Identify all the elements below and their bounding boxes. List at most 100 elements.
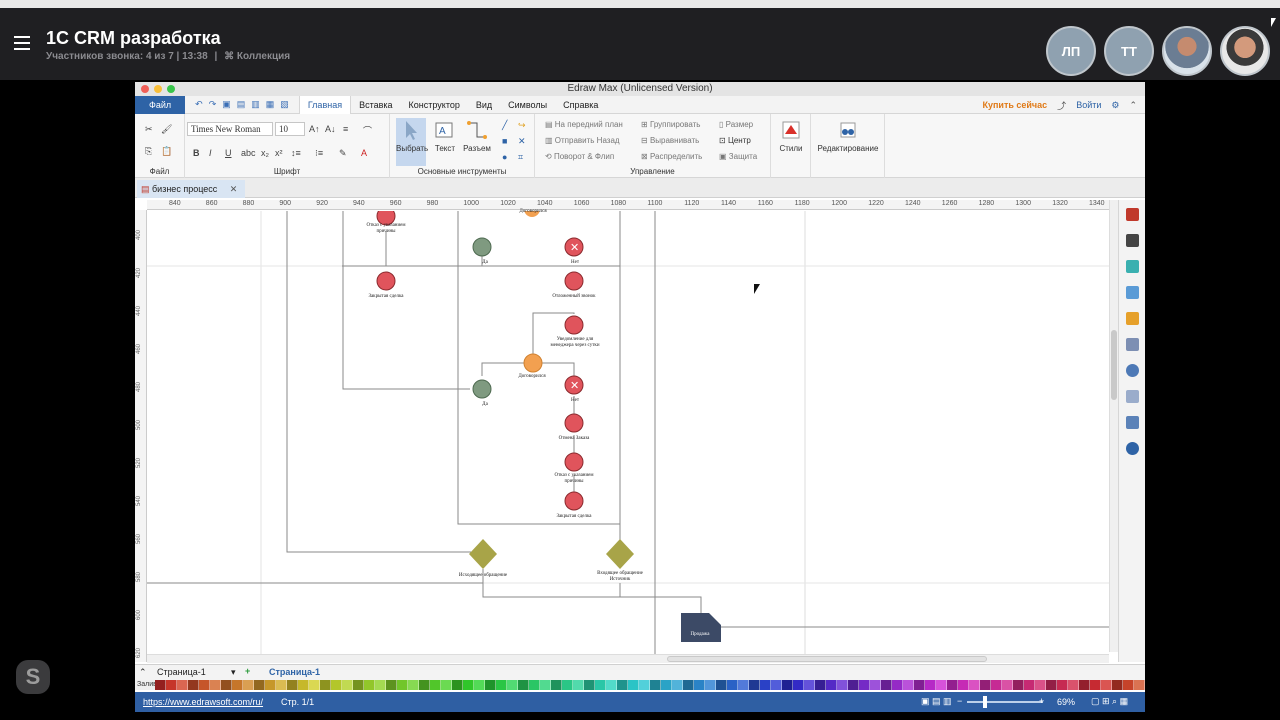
share-icon[interactable]: ⤴ [1057, 99, 1066, 112]
send-back-button[interactable]: ▥ Отправить Назад [545, 136, 620, 145]
close-window-icon[interactable] [141, 85, 149, 93]
color-swatch[interactable] [463, 680, 474, 690]
distribute-button[interactable]: ⊠ Распределить [641, 152, 702, 161]
color-swatch[interactable] [386, 680, 397, 690]
vertical-scroll-thumb[interactable] [1111, 330, 1117, 400]
color-swatch[interactable] [1090, 680, 1101, 690]
color-swatch[interactable] [342, 680, 353, 690]
crop-tool-icon[interactable]: ⌗ [518, 152, 523, 163]
color-swatch[interactable] [804, 680, 815, 690]
tab-symbols[interactable]: Символы [500, 100, 555, 110]
line-style-icon[interactable]: ⌒ [363, 124, 372, 137]
login-link[interactable]: Войти [1076, 100, 1101, 110]
tab-home[interactable]: Главная [298, 95, 352, 114]
point-tool-icon[interactable]: ✕ [518, 136, 526, 147]
rectangle-tool-icon[interactable]: ■ [502, 136, 507, 146]
color-swatch[interactable] [309, 680, 320, 690]
color-swatch[interactable] [683, 680, 694, 690]
color-swatch[interactable] [408, 680, 419, 690]
subscript-icon[interactable]: x₂ [261, 148, 269, 158]
line-icon[interactable] [1126, 234, 1139, 247]
minimize-window-icon[interactable] [154, 85, 162, 93]
select-tool-button[interactable]: Выбрать [396, 118, 428, 166]
horizontal-scrollbar[interactable] [147, 654, 1109, 663]
color-swatch[interactable] [793, 680, 804, 690]
color-swatch[interactable] [881, 680, 892, 690]
color-swatch[interactable] [320, 680, 331, 690]
color-swatch[interactable] [1079, 680, 1090, 690]
color-swatch[interactable] [760, 680, 771, 690]
color-swatch[interactable] [1057, 680, 1068, 690]
color-swatch[interactable] [672, 680, 683, 690]
color-swatch[interactable] [903, 680, 914, 690]
color-swatch[interactable] [694, 680, 705, 690]
redo-icon[interactable]: ↷ [209, 99, 217, 110]
superscript-icon[interactable]: x² [275, 148, 283, 158]
color-swatch[interactable] [848, 680, 859, 690]
color-swatch[interactable] [1134, 680, 1145, 690]
color-swatch[interactable] [991, 680, 1002, 690]
text-tool-button[interactable]: A Текст [430, 118, 460, 154]
node-green[interactable] [472, 237, 492, 257]
new-icon[interactable]: ▣ [222, 99, 231, 110]
close-tab-icon[interactable]: ✕ [230, 184, 238, 194]
color-swatch[interactable] [1002, 680, 1013, 690]
color-swatch[interactable] [1068, 680, 1079, 690]
maximize-window-icon[interactable] [167, 85, 175, 93]
menu-file[interactable]: Файл [135, 95, 186, 114]
color-swatch[interactable] [617, 680, 628, 690]
color-swatch[interactable] [870, 680, 881, 690]
pages-up-icon[interactable]: ⌃ [139, 667, 147, 678]
fit-page-icons[interactable]: ▢ ⊞ ⌕ ▦ [1091, 696, 1128, 707]
editing-button[interactable]: Редактирование [815, 118, 881, 154]
add-page-icon[interactable]: + [245, 666, 250, 676]
center-button[interactable]: ⊡ Центр [719, 136, 751, 145]
website-link[interactable]: https://www.edrawsoft.com/ru/ [143, 697, 263, 707]
zoom-slider-handle[interactable] [983, 696, 987, 708]
node-red[interactable] [564, 315, 584, 335]
bullets-icon[interactable]: ⁝≡ [315, 148, 323, 159]
color-swatch[interactable] [936, 680, 947, 690]
color-swatch[interactable] [155, 680, 166, 690]
color-swatch[interactable] [485, 680, 496, 690]
tab-help[interactable]: Справка [555, 100, 606, 110]
align-icon[interactable]: ≡ [343, 124, 348, 134]
horizontal-scroll-thumb[interactable] [667, 656, 987, 662]
color-swatch[interactable] [980, 680, 991, 690]
group-button[interactable]: ⊞ Группировать [641, 120, 700, 129]
color-swatch[interactable] [353, 680, 364, 690]
rotate-flip-button[interactable]: ⟲ Поворот & Флип [545, 152, 614, 161]
color-swatch[interactable] [419, 680, 430, 690]
color-swatch[interactable] [727, 680, 738, 690]
color-swatch[interactable] [298, 680, 309, 690]
page-select[interactable]: Страница-1 [157, 667, 206, 677]
menu-icon[interactable] [14, 36, 30, 50]
color-swatch[interactable] [287, 680, 298, 690]
color-swatch[interactable] [210, 680, 221, 690]
color-swatch[interactable] [276, 680, 287, 690]
print-icon[interactable]: ▦ [266, 99, 275, 110]
drawing-canvas[interactable]: 840 860 880 900 920 940 960 980 1000 1020 1040 1060… [135, 200, 1117, 662]
color-swatch[interactable] [507, 680, 518, 690]
open-icon[interactable]: ▤ [237, 99, 246, 110]
highlight-icon[interactable]: ✎ [339, 148, 347, 159]
paste-icon[interactable]: 📋 [161, 146, 172, 157]
color-swatch[interactable] [1101, 680, 1112, 690]
grow-font-icon[interactable]: A↑ [309, 124, 320, 134]
shadow-icon[interactable] [1126, 260, 1139, 273]
size-button[interactable]: ▯ Размер [719, 120, 753, 129]
color-swatch[interactable] [650, 680, 661, 690]
color-swatch[interactable] [562, 680, 573, 690]
collapse-ribbon-icon[interactable]: ⌃ [1129, 100, 1137, 111]
color-swatch[interactable] [243, 680, 254, 690]
color-swatch[interactable] [705, 680, 716, 690]
color-swatch[interactable] [859, 680, 870, 690]
color-swatch[interactable] [221, 680, 232, 690]
hyperlink-icon[interactable] [1126, 364, 1139, 377]
help-icon[interactable] [1126, 442, 1139, 455]
color-swatch[interactable] [232, 680, 243, 690]
cut-icon[interactable]: ✂ [145, 124, 153, 135]
color-swatch[interactable] [958, 680, 969, 690]
color-swatch[interactable] [551, 680, 562, 690]
dropdown-icon[interactable]: ▾ [231, 667, 236, 678]
